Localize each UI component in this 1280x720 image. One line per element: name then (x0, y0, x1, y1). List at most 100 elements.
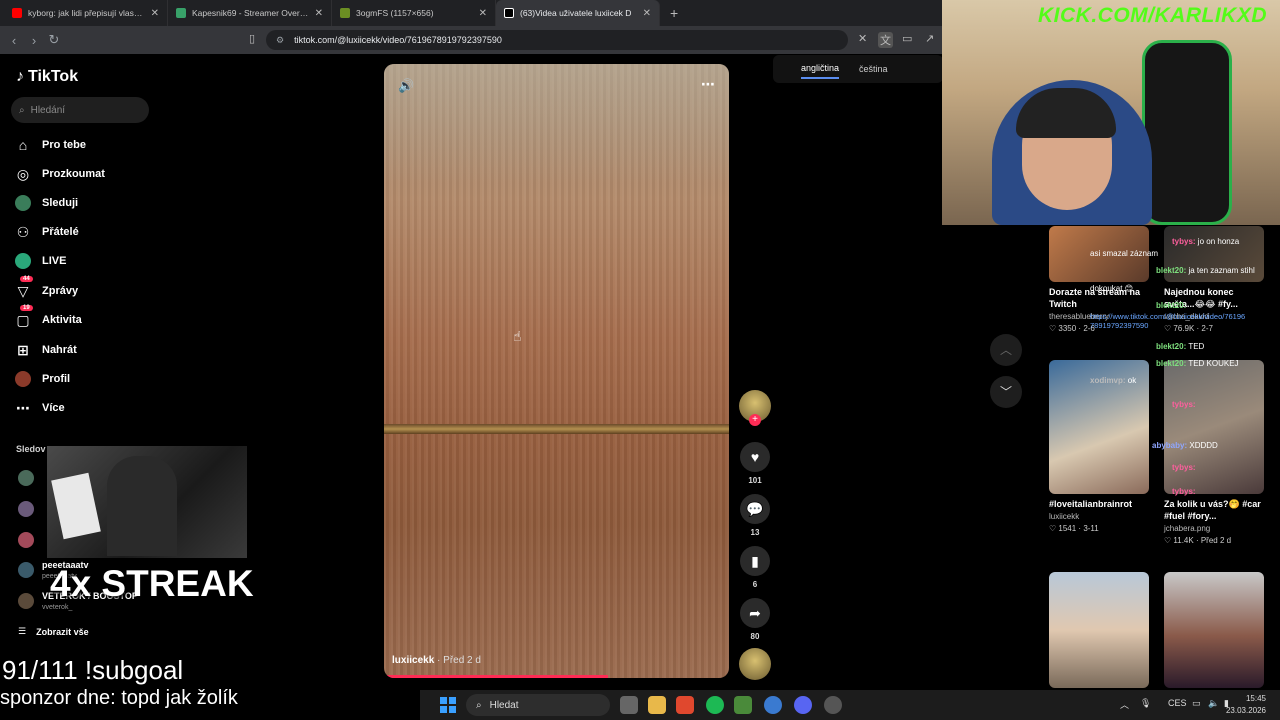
comment-icon: 💬 (740, 494, 770, 524)
input-language[interactable]: CES (1168, 698, 1187, 708)
video-author[interactable]: luxiicekk · Před 2 d (392, 655, 481, 666)
brave-browser-icon[interactable] (676, 696, 694, 714)
more-icon: ⋯ (16, 399, 30, 416)
save-button[interactable]: ▮ 6 (739, 546, 771, 589)
youtube-icon (12, 8, 22, 18)
search-input[interactable]: ⌕ Hledání (11, 97, 149, 123)
close-tab-icon[interactable]: ✕ (479, 8, 487, 19)
back-icon[interactable]: ‹ (4, 33, 24, 48)
chat-link[interactable]: https://www.tiktok.com/@luxiicekk/video/… (1090, 312, 1280, 330)
browser-tab[interactable]: 3ogmFS (1157×656) ✕ (332, 0, 496, 26)
cast-icon[interactable]: ▭ (902, 32, 912, 45)
nav-prozkoumat[interactable]: ◎ Prozkoumat (14, 163, 105, 185)
previous-video-button[interactable]: ︿ (990, 334, 1022, 366)
activity-icon: ▢ 19 (14, 305, 33, 329)
tiktok-icon (504, 8, 514, 18)
heart-icon: ♥ (740, 442, 770, 472)
chat-message: xodimvp: ok (1090, 376, 1137, 385)
follow-plus-icon[interactable]: + (749, 414, 761, 426)
more-options-icon[interactable]: ⋯ (701, 76, 715, 93)
profile-icon (14, 370, 32, 388)
next-video-button[interactable]: ﹀ (990, 376, 1022, 408)
browser-tab[interactable]: Kapesnik69 - Streamer Overview & S✕ (168, 0, 332, 26)
volume-icon[interactable]: 🔊 (398, 78, 414, 94)
nav-profil[interactable]: Profil (14, 368, 70, 390)
app-icon[interactable] (734, 696, 752, 714)
creator-avatar[interactable]: + (739, 390, 771, 426)
new-tab-button[interactable]: + (660, 5, 688, 21)
lang-czech-tab[interactable]: čeština (859, 64, 888, 74)
show-all-button[interactable]: ☰ Zobrazit vše (18, 626, 89, 637)
bookmark-icon[interactable]: ▯ (249, 32, 255, 45)
heart-outline-icon: ♡ (1049, 324, 1057, 333)
translate-icon[interactable]: 文 (878, 32, 893, 48)
avatar (18, 532, 34, 548)
screen: { "browser": { "tabs": [ {"title": "kybo… (0, 0, 1280, 720)
windows-start-icon[interactable] (440, 697, 456, 713)
video-card[interactable] (1164, 572, 1264, 688)
file-explorer-icon[interactable] (648, 696, 666, 714)
chat-message: abybaby: XDDDD (1152, 441, 1218, 450)
video-card[interactable]: Za kolik u vás?🤭 #car #fuel #fory... jch… (1164, 360, 1264, 545)
microphone-icon[interactable]: 🎙 (1140, 698, 1151, 709)
list-icon: ☰ (18, 626, 27, 636)
address-bar[interactable]: ⚙ tiktok.com/@luxiicekk/video/7619678919… (266, 30, 848, 50)
nav-nahrat[interactable]: ⊞ Nahrát (14, 339, 77, 361)
subgoal-label: 91/111 !subgoal (2, 655, 184, 685)
tray-chevron-icon[interactable]: ︿ (1120, 698, 1129, 711)
lang-english-tab[interactable]: angličtina (801, 63, 840, 79)
nav-vice[interactable]: ⋯ Více (14, 397, 65, 419)
windows-taskbar: ⌕ Hledat ︿ 🎙 CES ▭ 🔈 ▮ 15:45 23.03.2026 (420, 690, 1280, 720)
translate-bar: angličtina čeština (773, 55, 943, 83)
volume-icon[interactable]: 🔈 (1208, 698, 1219, 709)
gaming-chair (1142, 40, 1232, 225)
nav-sleduji[interactable]: Sleduji (14, 192, 78, 214)
avatar (18, 501, 34, 517)
music-disc-icon (739, 648, 771, 680)
nav-pro-tebe[interactable]: ⌂ Pro tebe (14, 134, 86, 156)
task-view-icon[interactable] (620, 696, 638, 714)
video-progress-bar[interactable] (384, 675, 609, 678)
site-info-icon[interactable]: ⚙ (276, 35, 284, 46)
forward-icon[interactable]: › (24, 33, 44, 48)
comment-button[interactable]: 💬 13 (739, 494, 771, 537)
friends-icon: ⚇ (16, 223, 30, 240)
video-card[interactable] (1049, 572, 1149, 688)
compass-icon: ◎ (16, 165, 30, 182)
streamer-webcam: KICK.COM/KARLIKXD (942, 0, 1280, 225)
avatar (18, 593, 34, 609)
discord-icon[interactable] (794, 696, 812, 714)
video-player[interactable]: 🔊 ⋯ luxiicekk · Před 2 d (384, 64, 729, 678)
close-tab-icon[interactable]: ✕ (151, 8, 159, 19)
close-tab-icon[interactable]: ✕ (315, 8, 323, 19)
chat-message: tybys: (1172, 400, 1196, 409)
tiktok-logo[interactable]: ♪ TikTok (16, 68, 78, 86)
url-text: tiktok.com/@luxiicekk/video/761967891979… (294, 35, 502, 45)
spotify-icon[interactable] (706, 696, 724, 714)
kick-channel-label: KICK.COM/KARLIKXD (1038, 4, 1267, 27)
image-icon (340, 8, 350, 18)
taskbar-clock[interactable]: 15:45 23.03.2026 (1226, 693, 1266, 717)
browser-icon[interactable] (764, 696, 782, 714)
nav-pratele[interactable]: ⚇ Přátelé (14, 221, 79, 243)
chat-message: tybys: (1172, 463, 1196, 472)
close-tab-icon[interactable]: ✕ (643, 8, 651, 19)
sound-disc[interactable] (739, 648, 771, 680)
chevron-down-icon: ﹀ (999, 385, 1012, 399)
nav-aktivita[interactable]: ▢ 19 Aktivita (14, 305, 82, 331)
share-icon[interactable]: ↗ (925, 32, 934, 45)
chat-message: tybys: (1172, 487, 1196, 496)
taskbar-search[interactable]: ⌕ Hledat (466, 694, 610, 716)
settings-icon[interactable] (824, 696, 842, 714)
streak-label: 4x STREAK (50, 563, 254, 604)
nav-live[interactable]: LIVE (14, 250, 66, 272)
browser-tab[interactable]: kyborg: jak lidi přepisují vlastní tělo … (4, 0, 168, 26)
nav-zpravy[interactable]: ▽ 44 Zprávy (14, 276, 78, 302)
translate-off-icon[interactable]: ✕ (858, 32, 867, 45)
reload-icon[interactable]: ↻ (44, 32, 64, 48)
browser-tab-active[interactable]: (63)Videa uživatele luxiicek D ✕ (496, 0, 660, 26)
share-button[interactable]: ➦ 80 (739, 598, 771, 641)
network-icon[interactable]: ▭ (1192, 698, 1201, 709)
message-icon: ▽ 44 (14, 276, 33, 300)
like-button[interactable]: ♥ 101 (739, 442, 771, 485)
